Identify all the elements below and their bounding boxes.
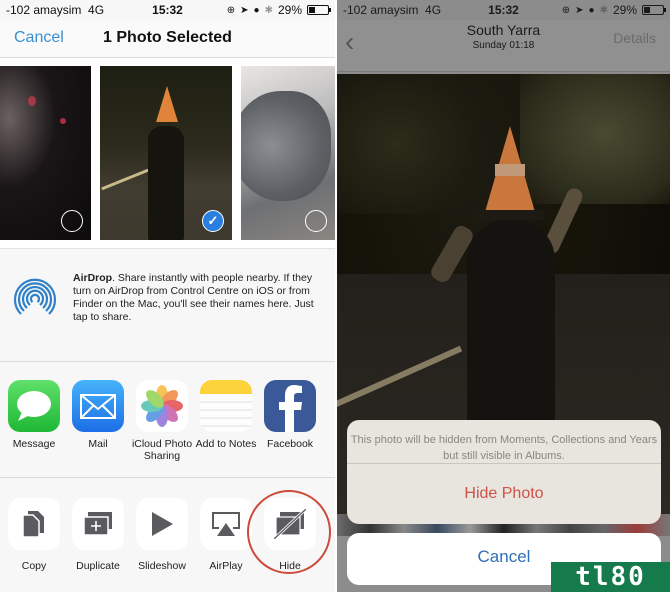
battery-icon bbox=[307, 5, 331, 15]
nav-bar: Cancel 1 Photo Selected bbox=[0, 20, 335, 58]
select-circle-icon[interactable] bbox=[305, 210, 327, 232]
copy-icon bbox=[8, 498, 60, 550]
alarm-icon: ● bbox=[253, 4, 260, 16]
photo-carousel[interactable]: ✓ bbox=[0, 58, 335, 248]
notes-icon bbox=[200, 380, 252, 432]
mail-icon bbox=[72, 380, 124, 432]
share-mail[interactable]: Mail bbox=[66, 380, 130, 450]
app-label: Add to Notes bbox=[195, 438, 257, 450]
photo-detail-screen: -102 amaysim 4G 15:32 ⊕ ➤ ● ✱ 29% ‹ Sout… bbox=[337, 0, 670, 592]
app-label: Facebook bbox=[266, 438, 314, 450]
action-sheet-message: This photo will be hidden from Moments, … bbox=[347, 420, 661, 464]
action-hide[interactable]: Hide bbox=[258, 498, 322, 572]
duplicate-icon bbox=[72, 498, 124, 550]
details-button[interactable]: Details bbox=[613, 30, 656, 46]
status-bar: -102 amaysim 4G 15:32 ⊕ ➤ ● ✱ 29% bbox=[0, 0, 335, 20]
page-title: 1 Photo Selected bbox=[103, 29, 232, 46]
share-sheet-screen: -102 amaysim 4G 15:32 ⊕ ➤ ● ✱ 29% Cancel… bbox=[0, 0, 335, 592]
airdrop-title: AirDrop bbox=[73, 272, 113, 284]
action-row: Copy Duplicate Slideshow AirPlay Hide bbox=[0, 477, 335, 592]
app-label: Message bbox=[12, 438, 56, 450]
thumbnail-cat[interactable] bbox=[241, 66, 335, 240]
rotation-lock-icon: ⊕ bbox=[226, 4, 236, 16]
select-circle-icon[interactable] bbox=[61, 210, 83, 232]
photos-icon bbox=[136, 380, 188, 432]
status-icons: ⊕ ➤ ● ✱ 29% bbox=[226, 3, 331, 17]
share-apps-row: Message Mail iCloud Photo Sharing Add to… bbox=[0, 361, 335, 477]
action-label: Duplicate bbox=[76, 560, 120, 572]
nav-bar: ‹ South Yarra Sunday 01:18 Details bbox=[337, 20, 670, 72]
alarm-icon: ● bbox=[588, 4, 595, 16]
action-label: Slideshow bbox=[138, 560, 186, 572]
action-duplicate[interactable]: Duplicate bbox=[66, 498, 130, 572]
app-label: Mail bbox=[88, 438, 108, 450]
location-icon: ➤ bbox=[240, 4, 249, 16]
share-add-to-notes[interactable]: Add to Notes bbox=[194, 380, 258, 450]
airplay-icon bbox=[200, 498, 252, 550]
battery-percent: 29% bbox=[612, 3, 637, 17]
battery-percent: 29% bbox=[277, 3, 302, 17]
share-message[interactable]: Message bbox=[2, 380, 66, 450]
airdrop-section: AirDrop. Share instantly with people nea… bbox=[0, 248, 335, 361]
app-label: iCloud Photo Sharing bbox=[131, 438, 193, 462]
battery-icon bbox=[642, 5, 666, 15]
status-bar: -102 amaysim 4G 15:32 ⊕ ➤ ● ✱ 29% bbox=[337, 0, 670, 20]
share-facebook[interactable]: Facebook bbox=[258, 380, 322, 450]
action-label: Hide bbox=[279, 560, 301, 572]
action-label: AirPlay bbox=[209, 560, 243, 572]
message-icon bbox=[8, 380, 60, 432]
watermark-logo: tl80 bbox=[551, 562, 670, 592]
hide-photo-button[interactable]: Hide Photo bbox=[347, 464, 661, 524]
bluetooth-icon: ✱ bbox=[264, 4, 273, 16]
status-icons: ⊕ ➤ ● ✱ 29% bbox=[561, 3, 666, 17]
share-icloud-photo-sharing[interactable]: iCloud Photo Sharing bbox=[130, 380, 194, 462]
action-copy[interactable]: Copy bbox=[2, 498, 66, 572]
action-airplay[interactable]: AirPlay bbox=[194, 498, 258, 572]
action-sheet: This photo will be hidden from Moments, … bbox=[347, 420, 661, 524]
airdrop-icon bbox=[13, 278, 57, 315]
thumbnail-cone-hat[interactable]: ✓ bbox=[100, 66, 232, 240]
rotation-lock-icon: ⊕ bbox=[561, 4, 571, 16]
thumbnail-concert[interactable] bbox=[0, 66, 91, 240]
facebook-icon bbox=[264, 380, 316, 432]
slideshow-icon bbox=[136, 498, 188, 550]
location-icon: ➤ bbox=[575, 4, 584, 16]
action-slideshow[interactable]: Slideshow bbox=[130, 498, 194, 572]
hide-icon bbox=[264, 498, 316, 550]
action-label: Copy bbox=[21, 560, 47, 572]
checkmark-selected-icon[interactable]: ✓ bbox=[202, 210, 224, 232]
bluetooth-icon: ✱ bbox=[599, 4, 608, 16]
airdrop-description: AirDrop. Share instantly with people nea… bbox=[73, 272, 323, 324]
